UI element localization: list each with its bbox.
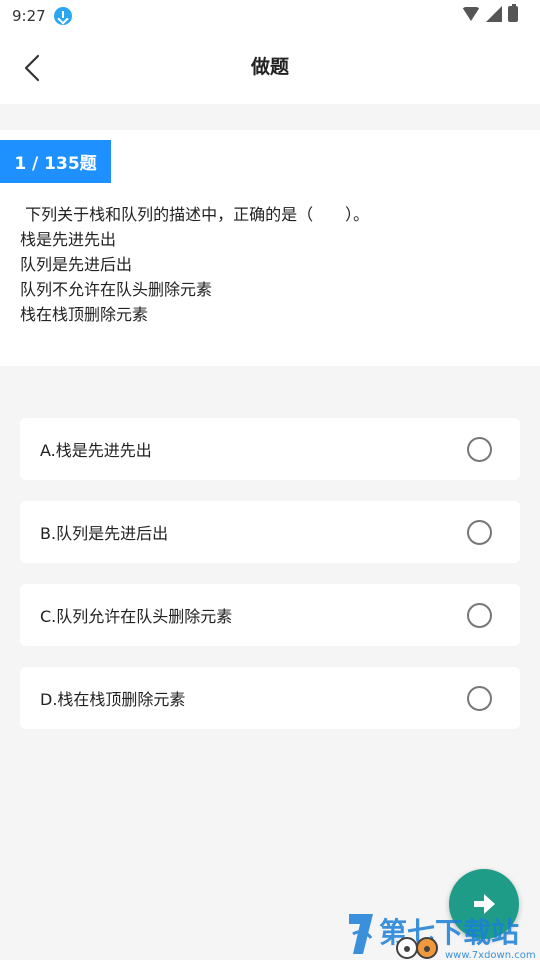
option-b[interactable]: B.队列是先进后出: [20, 501, 520, 563]
option-c[interactable]: C.队列允许在队头删除元素: [20, 584, 520, 646]
battery-icon: [508, 4, 518, 22]
status-bar: 9:27: [0, 0, 540, 32]
watermark-url: www.7xdown.com: [445, 950, 536, 960]
option-label: A.栈是先进先出: [40, 441, 152, 460]
download-notification-icon: [53, 7, 72, 25]
signal-icon: [486, 6, 502, 22]
question-line: 队列不允许在队头删除元素: [20, 280, 213, 299]
question-card: 1 / 135题 下列关于栈和队列的描述中，正确的是（ ）。 栈是先进先出 队列…: [0, 130, 540, 366]
progress-badge: 1 / 135题: [0, 140, 111, 183]
question-line: 队列是先进后出: [20, 255, 133, 274]
question-text: 下列关于栈和队列的描述中，正确的是（ ）。 栈是先进先出 队列是先进后出 队列不…: [20, 202, 520, 327]
wifi-icon: [462, 7, 480, 21]
question-stem: 下列关于栈和队列的描述中，正确的是（ ）。: [20, 205, 370, 224]
status-icons: [462, 4, 518, 22]
option-a[interactable]: A.栈是先进先出: [20, 418, 520, 480]
radio-icon[interactable]: [467, 520, 492, 545]
radio-icon[interactable]: [467, 437, 492, 462]
option-label: B.队列是先进后出: [40, 524, 169, 543]
status-time: 9:27: [12, 7, 46, 25]
app-header: 做题: [0, 32, 540, 104]
watermark-logo: 第七下载站 www.7xdown.com: [349, 914, 536, 960]
question-line: 栈在栈顶删除元素: [20, 305, 149, 324]
option-d[interactable]: D.栈在栈顶删除元素: [20, 667, 520, 729]
option-label: D.栈在栈顶删除元素: [40, 690, 186, 709]
radio-icon[interactable]: [467, 686, 492, 711]
page-title: 做题: [250, 56, 289, 78]
question-line: 栈是先进先出: [20, 230, 117, 249]
option-label: C.队列允许在队头删除元素: [40, 607, 233, 626]
options-list: A.栈是先进先出 B.队列是先进后出 C.队列允许在队头删除元素 D.栈在栈顶删…: [20, 418, 520, 750]
radio-icon[interactable]: [467, 603, 492, 628]
